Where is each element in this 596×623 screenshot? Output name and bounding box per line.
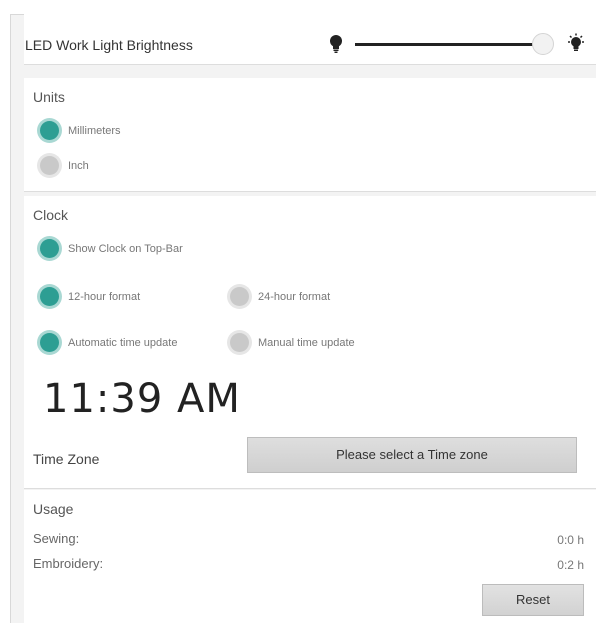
- usage-embroidery-label: Embroidery:: [33, 556, 104, 571]
- radio-automatic-time[interactable]: [40, 333, 59, 352]
- radio-24-hour[interactable]: [230, 287, 249, 306]
- light-bulb-bright-icon: [568, 33, 584, 51]
- usage-sewing-value: 0:0 h: [557, 533, 584, 547]
- radio-show-clock[interactable]: [40, 239, 59, 258]
- time-zone-label: Time Zone: [33, 451, 100, 467]
- radio-24-hour-label: 24-hour format: [258, 291, 331, 303]
- clock-title: Clock: [33, 207, 69, 223]
- usage-embroidery-value: 0:2 h: [557, 558, 584, 572]
- clock-time-display: 11:39 AM: [43, 376, 241, 422]
- light-bulb-icon: [330, 35, 342, 53]
- radio-12-hour-label: 12-hour format: [68, 291, 141, 303]
- reset-button[interactable]: Reset: [482, 584, 584, 616]
- radio-manual-time-label: Manual time update: [258, 337, 355, 349]
- usage-title: Usage: [33, 501, 74, 517]
- radio-inch-label: Inch: [68, 160, 89, 172]
- units-title: Units: [33, 89, 65, 105]
- radio-manual-time[interactable]: [230, 333, 249, 352]
- radio-12-hour[interactable]: [40, 287, 59, 306]
- brightness-slider-thumb[interactable]: [532, 33, 554, 55]
- radio-inch[interactable]: [40, 156, 59, 175]
- time-zone-select-button[interactable]: Please select a Time zone: [247, 437, 577, 473]
- radio-automatic-time-label: Automatic time update: [68, 337, 178, 349]
- led-brightness-title: LED Work Light Brightness: [25, 37, 193, 53]
- radio-millimeters-label: Millimeters: [68, 125, 121, 137]
- radio-show-clock-label: Show Clock on Top-Bar: [68, 243, 183, 255]
- brightness-slider-track[interactable]: [355, 43, 535, 46]
- radio-millimeters[interactable]: [40, 121, 59, 140]
- usage-sewing-label: Sewing:: [33, 531, 80, 546]
